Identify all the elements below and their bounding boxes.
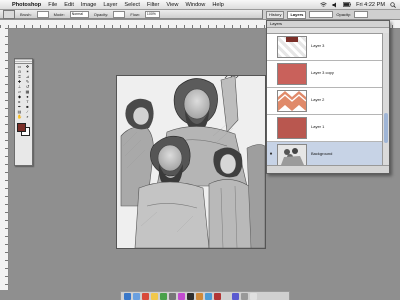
tab-layers[interactable]: Layers (287, 10, 307, 19)
vertical-ruler (0, 28, 9, 290)
layer-visibility-toggle[interactable] (268, 43, 274, 49)
zoom-tool-icon[interactable]: ⌕ (24, 115, 31, 119)
tools-grid: ▭ ✥ ʘ ✶ ⌗ ⊿ ✚ ✎ ⊥ ↺ ▱ ▦ ◆ ● ▸ T ✒ ■ ▤ ⁄ … (15, 64, 32, 120)
dock-app-icon[interactable] (151, 293, 158, 300)
toolbox: ▭ ✥ ʘ ✶ ⌗ ⊿ ✚ ✎ ⊥ ↺ ▱ ▦ ◆ ● ▸ T ✒ ■ ▤ ⁄ … (14, 58, 33, 166)
dock-app-icon[interactable] (187, 293, 194, 300)
layer-name[interactable]: Layer 2 (311, 97, 324, 102)
tab-history[interactable]: History (266, 10, 285, 19)
layer-thumbnail (277, 63, 307, 85)
dock-app-icon[interactable] (232, 293, 239, 300)
eye-icon[interactable]: ● (268, 151, 274, 157)
dock-app-icon[interactable] (250, 293, 257, 300)
layer-row[interactable]: Layer 3 (267, 34, 383, 61)
layer-thumbnail (277, 90, 307, 112)
menu-help[interactable]: Help (212, 2, 224, 8)
opacity-label: Opacity: (93, 11, 109, 17)
layer-opacity-field[interactable] (354, 11, 369, 18)
dock-app-icon[interactable] (241, 293, 248, 300)
menu-layer[interactable]: Layer (103, 2, 117, 8)
dock-app-icon[interactable] (196, 293, 203, 300)
layers-scrollbar[interactable] (382, 33, 389, 165)
layer-thumbnail (277, 144, 307, 166)
layer-name[interactable]: Layer 3 (311, 43, 324, 48)
hand-tool-icon[interactable]: ✋ (16, 115, 23, 119)
palette-well: History Layers Opacity: (262, 10, 400, 19)
dock-app-icon[interactable] (178, 293, 185, 300)
scrollbar-thumb[interactable] (384, 113, 388, 143)
battery-icon[interactable] (343, 2, 351, 7)
dock-app-icon[interactable] (223, 293, 230, 300)
pencil-sketch-illustration (117, 76, 265, 248)
layer-row[interactable]: Layer 3 copy (267, 61, 383, 88)
volume-icon[interactable] (332, 2, 338, 8)
opacity-field[interactable] (113, 10, 126, 18)
layers-palette-title[interactable]: Layers (267, 21, 389, 28)
dock-app-icon[interactable] (133, 293, 140, 300)
layer-3-thumbnail (286, 37, 298, 42)
dock-app-icon[interactable] (205, 293, 212, 300)
menu-view[interactable]: View (166, 2, 178, 8)
menu-edit[interactable]: Edit (64, 2, 74, 8)
dock-app-icon[interactable] (142, 293, 149, 300)
layers-palette: Layers Layer 3 Layer 3 copy Layer 2 Laye… (266, 20, 390, 174)
menu-file[interactable]: File (48, 2, 57, 8)
menu-select[interactable]: Select (124, 2, 140, 8)
color-swatches (15, 122, 32, 136)
layer-thumbnail (277, 117, 307, 139)
foreground-color-swatch[interactable] (17, 123, 26, 132)
layer-2-thumbnail (277, 91, 307, 111)
layers-palette-footer (267, 165, 389, 173)
layer-thumbnail (277, 36, 307, 58)
layer-row[interactable]: Layer 1 (267, 115, 383, 142)
wifi-icon[interactable] (320, 1, 327, 8)
layer-row[interactable]: Layer 2 (267, 88, 383, 115)
layer-visibility-toggle[interactable] (268, 97, 274, 103)
menu-extras: Fri 4:22 PM (320, 0, 396, 9)
layer-opacity-label: Opacity: (336, 12, 352, 17)
menu-image[interactable]: Image (81, 2, 97, 8)
clock[interactable]: Fri 4:22 PM (356, 2, 385, 8)
layer-name[interactable]: Background (311, 151, 332, 156)
blend-mode-select[interactable] (309, 11, 334, 18)
brush-label: Brush: (20, 11, 32, 17)
dock-app-icon[interactable] (124, 293, 131, 300)
app-menu[interactable]: Photoshop (12, 2, 41, 8)
spotlight-icon[interactable] (390, 1, 396, 8)
flow-label: Flow: (130, 11, 140, 17)
dock-app-icon[interactable] (214, 293, 221, 300)
menu-filter[interactable]: Filter (147, 2, 159, 8)
tool-preset-picker[interactable] (3, 9, 15, 19)
flow-field[interactable]: 100% (144, 10, 160, 18)
layer-name[interactable]: Layer 3 copy (311, 70, 334, 75)
document-canvas[interactable] (116, 75, 266, 249)
menu-bar: Photoshop File Edit Image Layer Select F… (0, 0, 400, 10)
background-thumbnail (278, 145, 306, 165)
mode-select[interactable]: Normal (69, 10, 89, 18)
brush-picker[interactable] (36, 10, 49, 18)
dock-app-icon[interactable] (160, 293, 167, 300)
dock (120, 291, 290, 300)
layer-visibility-toggle[interactable] (268, 124, 274, 130)
layer-name[interactable]: Layer 1 (311, 124, 324, 129)
menu-window[interactable]: Window (185, 2, 205, 8)
mode-label: Mode: (53, 11, 65, 17)
dock-app-icon[interactable] (169, 293, 176, 300)
layer-visibility-toggle[interactable] (268, 70, 274, 76)
